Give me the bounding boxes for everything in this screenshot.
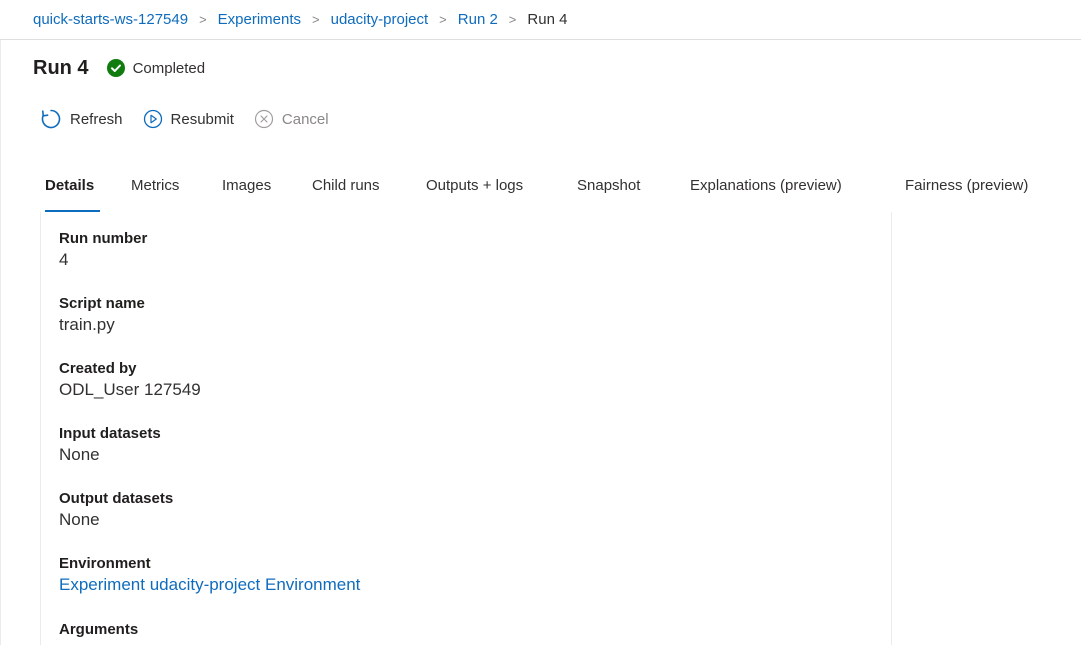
script-name-field: Script name train.py [59, 295, 145, 335]
breadcrumb-workspace[interactable]: quick-starts-ws-127549 [33, 11, 188, 28]
left-edge-divider [0, 40, 1, 645]
refresh-button[interactable]: Refresh [40, 108, 123, 130]
created-by-value: ODL_User 127549 [59, 380, 201, 399]
tab-fairness-label: Fairness (preview) [905, 177, 1029, 194]
breadcrumb-separator: > [508, 12, 517, 27]
play-circle-icon [143, 109, 162, 129]
breadcrumb-experiment[interactable]: udacity-project [331, 11, 429, 28]
tab-details-label: Details [45, 177, 95, 194]
tab-images-label: Images [222, 177, 272, 194]
tab-images[interactable]: Images [222, 170, 271, 214]
environment-label: Environment [59, 555, 151, 572]
cancel-circle-icon [254, 109, 273, 129]
details-panel: Run number 4 Script name train.py Create… [40, 212, 892, 645]
tab-metrics[interactable]: Metrics [131, 170, 179, 214]
tab-fairness[interactable]: Fairness (preview) [905, 170, 1028, 214]
arguments-label: Arguments [59, 621, 139, 638]
breadcrumb-experiments[interactable]: Experiments [218, 11, 301, 28]
breadcrumb-separator: > [312, 12, 320, 27]
page-header: Run 4 Completed [33, 53, 205, 83]
cancel-label: Cancel [281, 110, 329, 128]
input-datasets-value: None [59, 445, 100, 464]
environment-link[interactable]: Experiment udacity-project Environment [59, 575, 360, 595]
breadcrumb-separator: > [439, 12, 447, 27]
output-datasets-value: None [59, 510, 100, 529]
script-name-label: Script name [59, 295, 145, 312]
resubmit-button[interactable]: Resubmit [143, 109, 234, 129]
created-by-label: Created by [59, 360, 137, 377]
refresh-icon [41, 109, 61, 129]
created-by-field: Created by ODL_User 127549 [59, 360, 201, 400]
breadcrumb: quick-starts-ws-127549 > Experiments > u… [0, 0, 1081, 40]
breadcrumb-current: Run 4 [527, 11, 568, 28]
tab-child-runs-label: Child runs [312, 177, 380, 194]
output-datasets-field: Output datasets None [59, 490, 173, 530]
tab-explanations[interactable]: Explanations (preview) [690, 170, 842, 214]
refresh-label: Refresh [70, 110, 123, 128]
input-datasets-label: Input datasets [59, 425, 161, 442]
toolbar: Refresh Resubmit Cancel [40, 105, 349, 133]
arguments-field: Arguments [59, 621, 138, 638]
tab-snapshot[interactable]: Snapshot [577, 170, 640, 214]
run-number-label: Run number [59, 230, 148, 247]
check-circle-icon [106, 59, 125, 77]
status-badge: Completed [106, 59, 206, 77]
input-datasets-field: Input datasets None [59, 425, 161, 465]
tab-outputs-logs-label: Outputs + logs [426, 177, 524, 194]
run-number-value: 4 [59, 250, 69, 269]
tab-details[interactable]: Details [45, 170, 100, 214]
run-number-field: Run number 4 [59, 230, 147, 270]
tab-snapshot-label: Snapshot [577, 177, 641, 194]
tab-metrics-label: Metrics [131, 177, 180, 194]
breadcrumb-separator: > [199, 12, 207, 27]
script-name-value: train.py [59, 315, 115, 334]
tab-explanations-label: Explanations (preview) [690, 177, 842, 194]
status-text: Completed [132, 59, 206, 77]
output-datasets-label: Output datasets [59, 490, 174, 507]
tab-child-runs[interactable]: Child runs [312, 170, 380, 214]
breadcrumb-parent-run[interactable]: Run 2 [458, 11, 498, 28]
tab-outputs-logs[interactable]: Outputs + logs [426, 170, 523, 214]
page-title: Run 4 [33, 56, 89, 79]
environment-field: Environment Experiment udacity-project E… [59, 555, 360, 595]
cancel-button[interactable]: Cancel [254, 109, 329, 129]
resubmit-label: Resubmit [170, 110, 234, 128]
